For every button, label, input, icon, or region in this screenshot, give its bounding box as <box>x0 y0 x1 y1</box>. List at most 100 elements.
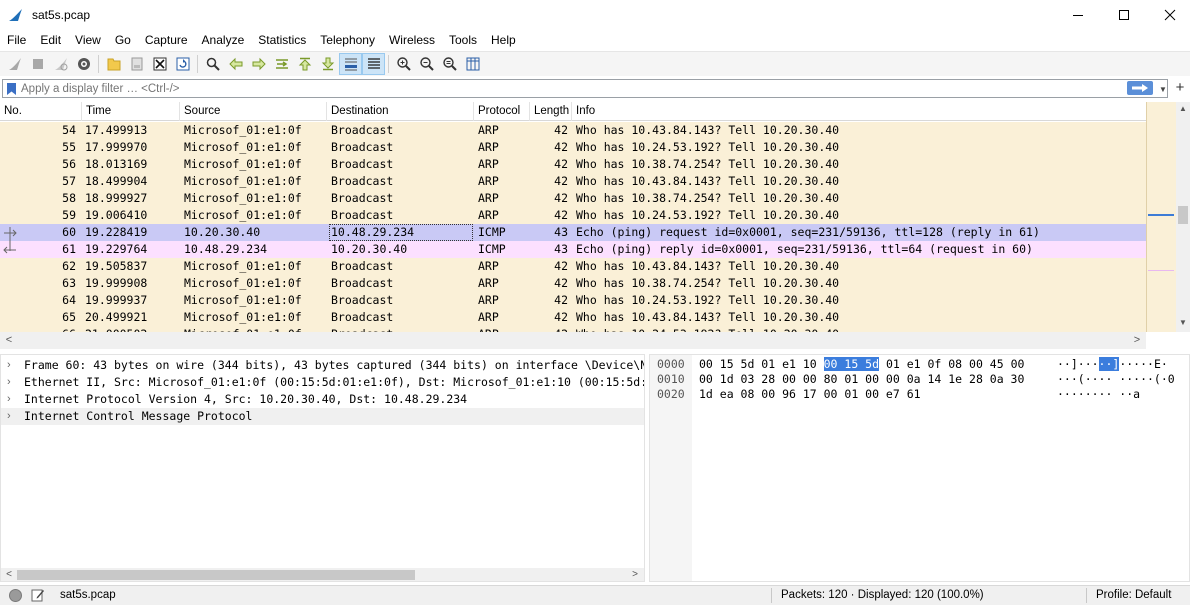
expert-info-led-icon[interactable] <box>9 589 22 602</box>
scroll-right-icon[interactable]: > <box>1130 332 1144 349</box>
apply-filter-button[interactable] <box>1127 81 1153 95</box>
autoscroll-button[interactable] <box>339 53 362 75</box>
cell-time: 19.505837 <box>85 259 148 273</box>
cell-length: 42 <box>554 259 568 273</box>
packet-row[interactable]: 65 20.499921 Microsof_01:e1:0f Broadcast ARP… <box>0 309 1146 326</box>
cell-length: 42 <box>554 157 568 171</box>
menu-go[interactable]: Go <box>108 30 138 50</box>
menu-file[interactable]: File <box>0 30 33 50</box>
scrollbar-thumb[interactable] <box>17 570 415 580</box>
reload-file-button[interactable] <box>171 53 194 75</box>
cell-protocol: ARP <box>478 157 499 171</box>
menu-statistics[interactable]: Statistics <box>251 30 313 50</box>
go-forward-button[interactable] <box>247 53 270 75</box>
packet-row[interactable]: 60 19.228419 10.20.30.40 10.48.29.234 ICMP 43… <box>0 224 1146 241</box>
detail-tree-row-ipv4[interactable]: › Internet Protocol Version 4, Src: 10.2… <box>1 391 644 408</box>
status-profile[interactable]: Profile: Default <box>1096 589 1171 601</box>
packet-row[interactable]: 64 19.999937 Microsof_01:e1:0f Broadcast ARP… <box>0 292 1146 309</box>
scroll-down-icon[interactable]: ▼ <box>1176 316 1190 330</box>
menu-tools[interactable]: Tools <box>442 30 484 50</box>
restart-capture-button[interactable] <box>49 53 72 75</box>
add-filter-button[interactable]: + <box>1172 78 1188 98</box>
packet-list-horizontal-scrollbar[interactable]: < > <box>0 332 1146 349</box>
start-capture-button[interactable] <box>3 53 26 75</box>
packet-list-vertical-scrollbar[interactable]: ▲ ▼ <box>1176 102 1190 332</box>
column-header-protocol[interactable]: Protocol <box>474 102 530 121</box>
scroll-up-icon[interactable]: ▲ <box>1176 102 1190 116</box>
detail-tree-row-frame[interactable]: › Frame 60: 43 bytes on wire (344 bits),… <box>1 357 644 374</box>
scroll-left-icon[interactable]: < <box>3 568 15 581</box>
maximize-button[interactable] <box>1101 0 1147 30</box>
first-packet-button[interactable] <box>293 53 316 75</box>
bookmark-icon[interactable] <box>6 82 17 96</box>
zoom-out-button[interactable] <box>415 53 438 75</box>
packet-row[interactable]: 62 19.505837 Microsof_01:e1:0f Broadcast ARP… <box>0 258 1146 275</box>
zoom-in-button[interactable] <box>392 53 415 75</box>
stop-capture-button[interactable] <box>26 53 49 75</box>
chevron-right-icon[interactable]: › <box>7 391 17 408</box>
column-header-destination[interactable]: Destination <box>327 102 474 121</box>
last-packet-button[interactable] <box>316 53 339 75</box>
chevron-right-icon[interactable]: › <box>7 374 17 391</box>
resize-columns-button[interactable] <box>461 53 484 75</box>
zoom-normal-button[interactable] <box>438 53 461 75</box>
column-header-time[interactable]: Time <box>82 102 180 121</box>
close-file-button[interactable] <box>148 53 171 75</box>
packet-row[interactable]: 63 19.999908 Microsof_01:e1:0f Broadcast ARP… <box>0 275 1146 292</box>
cell-time: 17.999970 <box>85 140 148 154</box>
menu-capture[interactable]: Capture <box>138 30 195 50</box>
packet-details-pane: › Frame 60: 43 bytes on wire (344 bits),… <box>0 354 645 582</box>
packet-row[interactable]: 59 19.006410 Microsof_01:e1:0f Broadcast ARP… <box>0 207 1146 224</box>
detail-tree-row-ethernet[interactable]: › Ethernet II, Src: Microsof_01:e1:0f (0… <box>1 374 644 391</box>
arrow-right-icon <box>1132 84 1148 92</box>
chevron-right-icon[interactable]: › <box>7 357 17 374</box>
first-packet-icon <box>298 57 311 71</box>
save-file-button[interactable] <box>125 53 148 75</box>
packet-row[interactable]: 54 17.499913 Microsof_01:e1:0f Broadcast ARP… <box>0 122 1146 139</box>
close-button[interactable] <box>1147 0 1190 30</box>
column-header-length[interactable]: Length <box>530 102 572 121</box>
capture-comment-icon[interactable] <box>31 588 45 602</box>
zoom-normal-icon <box>442 57 457 71</box>
find-packet-button[interactable] <box>201 53 224 75</box>
close-file-icon <box>153 57 166 71</box>
column-header-source[interactable]: Source <box>180 102 327 121</box>
cell-no: 55 <box>62 140 76 154</box>
packet-row[interactable]: 58 18.999927 Microsof_01:e1:0f Broadcast ARP… <box>0 190 1146 207</box>
scroll-left-icon[interactable]: < <box>2 332 16 349</box>
cell-destination: Broadcast <box>331 140 394 154</box>
packet-row[interactable]: 57 18.499904 Microsof_01:e1:0f Broadcast ARP… <box>0 173 1146 190</box>
filter-history-dropdown[interactable]: ▼ <box>1158 82 1168 96</box>
cell-destination: Broadcast <box>331 293 394 307</box>
details-horizontal-scrollbar[interactable]: < > <box>1 568 644 581</box>
bytes-ascii-highlight: ··] <box>1098 357 1120 371</box>
packet-row[interactable]: 61 19.229764 10.48.29.234 10.20.30.40 ICMP 43… <box>0 241 1146 258</box>
minimize-button[interactable] <box>1055 0 1101 30</box>
menu-help[interactable]: Help <box>484 30 523 50</box>
go-back-button[interactable] <box>224 53 247 75</box>
display-filter-input[interactable] <box>21 80 1111 97</box>
menu-view[interactable]: View <box>68 30 108 50</box>
scroll-right-icon[interactable]: > <box>629 568 641 581</box>
capture-options-button[interactable] <box>72 53 95 75</box>
status-packet-count: Packets: 120 · Displayed: 120 (100.0%) <box>781 589 984 601</box>
packet-minimap[interactable] <box>1146 102 1176 332</box>
packet-row[interactable]: 55 17.999970 Microsof_01:e1:0f Broadcast ARP… <box>0 139 1146 156</box>
menu-analyze[interactable]: Analyze <box>195 30 252 50</box>
column-header-info[interactable]: Info <box>572 102 1146 121</box>
scrollbar-thumb[interactable] <box>1178 206 1188 224</box>
display-filter-box: ▼ <box>2 79 1168 98</box>
cell-source: 10.48.29.234 <box>184 242 268 256</box>
detail-tree-row-icmp[interactable]: › Internet Control Message Protocol <box>1 408 644 425</box>
menu-edit[interactable]: Edit <box>33 30 68 50</box>
cell-protocol: ARP <box>478 191 499 205</box>
cell-length: 42 <box>554 191 568 205</box>
go-to-packet-button[interactable] <box>270 53 293 75</box>
open-file-button[interactable] <box>102 53 125 75</box>
menu-telephony[interactable]: Telephony <box>313 30 382 50</box>
column-header-no[interactable]: No. <box>0 102 82 121</box>
chevron-right-icon[interactable]: › <box>7 408 17 425</box>
menu-wireless[interactable]: Wireless <box>382 30 442 50</box>
colorize-button[interactable] <box>362 53 385 75</box>
packet-row[interactable]: 56 18.013169 Microsof_01:e1:0f Broadcast ARP… <box>0 156 1146 173</box>
